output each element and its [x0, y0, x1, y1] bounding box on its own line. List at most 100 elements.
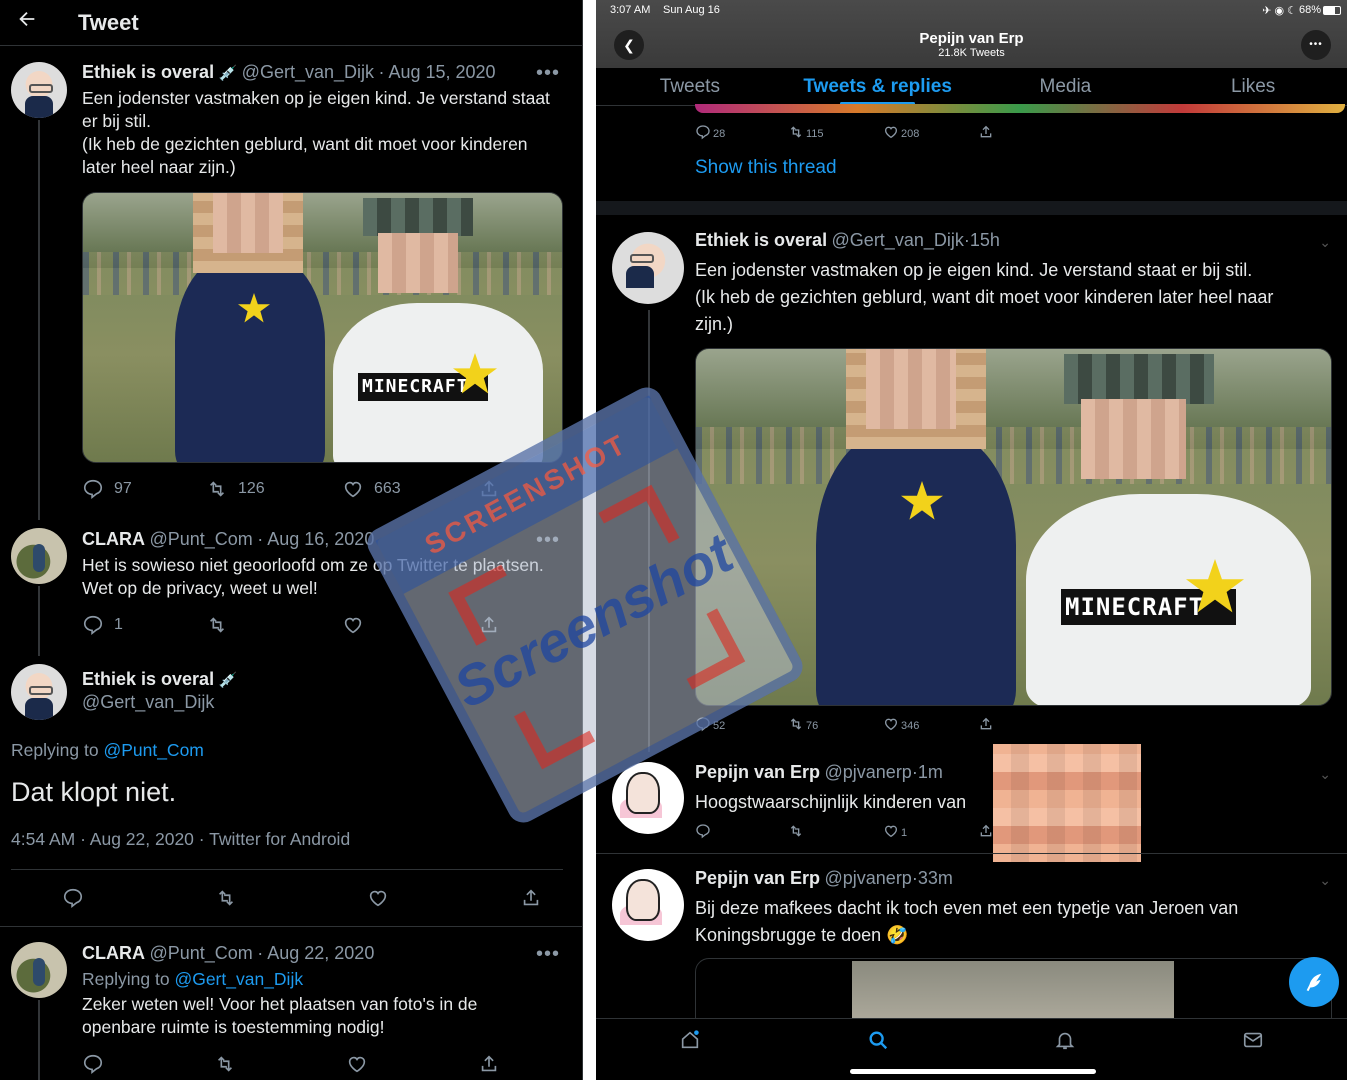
author-handle[interactable]: @Punt_Com	[149, 529, 252, 549]
share-button[interactable]	[978, 823, 994, 839]
retweet-icon	[217, 1056, 233, 1072]
more-options-icon[interactable]: •••	[1301, 30, 1331, 60]
chevron-down-icon[interactable]: ⌄	[1319, 234, 1331, 251]
author-handle[interactable]: @Punt_Com	[149, 943, 252, 963]
main-tweet-text: Dat klopt niet.	[11, 777, 177, 807]
author-name[interactable]: Pepijn van Erp	[695, 762, 820, 782]
tweet-text-line: zijn.)	[695, 314, 734, 334]
tab-likes[interactable]: Likes	[1159, 68, 1347, 105]
avatar[interactable]	[11, 942, 67, 998]
retweet-icon[interactable]	[215, 887, 237, 909]
show-thread-link[interactable]: Show this thread	[695, 157, 837, 179]
retweet-button[interactable]	[788, 823, 883, 839]
replying-to-link[interactable]: @Punt_Com	[103, 740, 203, 760]
like-button[interactable]: 1	[883, 823, 978, 839]
avatar[interactable]	[612, 232, 684, 304]
share-icon	[481, 616, 497, 633]
reply-icon[interactable]	[62, 887, 84, 909]
author-handle[interactable]: @pjvanerp	[825, 762, 912, 782]
tweet-actions: 1	[82, 614, 502, 636]
tweet-photo[interactable]: MINECRAFT	[695, 348, 1332, 706]
profile-tweet-count: 21.8K Tweets	[938, 47, 1005, 59]
replying-to-label: Replying to	[11, 740, 99, 760]
heart-icon	[344, 617, 362, 634]
share-button[interactable]	[478, 1053, 500, 1075]
author-handle[interactable]: @Gert_van_Dijk	[832, 230, 964, 250]
previous-tweet-image[interactable]	[695, 104, 1345, 113]
retweet-button[interactable]: 115	[788, 124, 883, 140]
author-name[interactable]: Ethiek is overal	[695, 230, 827, 250]
share-button[interactable]	[978, 124, 994, 140]
reply-button[interactable]: 97	[82, 478, 206, 500]
thread-line	[648, 310, 650, 752]
author-name[interactable]: Ethiek is overal	[82, 669, 214, 689]
retweet-icon	[790, 825, 802, 837]
tweet-text: Een jodenster vastmaken op je eigen kind…	[82, 87, 562, 179]
author-handle[interactable]: @Gert_van_Dijk	[242, 62, 374, 82]
compose-tweet-button[interactable]	[1289, 957, 1339, 1007]
reply-button[interactable]: 28	[695, 124, 788, 140]
author-handle[interactable]: @pjvanerp	[825, 868, 912, 888]
chevron-down-icon[interactable]: ⌄	[1319, 766, 1331, 783]
avatar[interactable]	[11, 664, 67, 720]
tweet-text: Zeker weten wel! Voor het plaatsen van f…	[82, 993, 562, 1039]
avatar[interactable]	[11, 528, 67, 584]
tab-tweets[interactable]: Tweets	[596, 68, 784, 105]
arrow-left-icon[interactable]	[0, 8, 54, 37]
tweet-text-line: Een jodenster vastmaken op je eigen kind…	[695, 260, 1253, 280]
more-options-icon[interactable]: •••	[536, 62, 560, 85]
replying-to: Replying to @Punt_Com	[11, 740, 204, 761]
author-name[interactable]: CLARA	[82, 943, 145, 963]
like-button[interactable]	[346, 1053, 478, 1075]
author-name[interactable]: Pepijn van Erp	[695, 868, 820, 888]
heart-icon	[348, 1056, 366, 1073]
profile-tabs: Tweets Tweets & replies Media Likes	[596, 68, 1347, 106]
nav-home[interactable]	[596, 1019, 784, 1080]
reply-button[interactable]	[82, 1053, 214, 1075]
author-handle[interactable]: @Gert_van_Dijk	[82, 692, 237, 713]
reply-button[interactable]: 1	[82, 614, 206, 636]
tweet-photo[interactable]: MINECRAFT	[82, 192, 563, 463]
tab-tweets-replies[interactable]: Tweets & replies	[784, 68, 972, 105]
retweet-button[interactable]: 76	[788, 716, 883, 732]
chevron-down-icon[interactable]: ⌄	[1319, 872, 1331, 889]
share-button[interactable]	[478, 478, 500, 500]
reply-button[interactable]	[695, 823, 788, 839]
profile-header: 3:07 AM Sun Aug 16 ✈ ◉ ☾ 68% ❮ Pepijn va…	[596, 0, 1347, 68]
retweet-button[interactable]	[206, 614, 342, 636]
reply-count: 1	[114, 616, 123, 633]
like-button[interactable]: 663	[342, 478, 478, 500]
tweet-text-line: Bij deze mafkees dacht ik toch even met …	[695, 898, 1239, 918]
author-name[interactable]: CLARA	[82, 529, 145, 549]
avatar[interactable]	[11, 62, 67, 118]
thread-line	[38, 1000, 40, 1080]
like-button[interactable]	[342, 614, 478, 636]
avatar[interactable]	[612, 762, 684, 834]
more-options-icon[interactable]: •••	[536, 943, 560, 966]
tweet-text-line: Een jodenster vastmaken op je eigen kind…	[82, 88, 550, 108]
tweet-author-line: CLARA @Punt_Com · Aug 16, 2020	[82, 529, 374, 550]
previous-tweet-actions: 28 115 208	[695, 124, 1015, 140]
blurred-face	[866, 349, 956, 429]
like-button[interactable]: 346	[883, 716, 978, 732]
tab-media[interactable]: Media	[972, 68, 1160, 105]
avatar[interactable]	[612, 869, 684, 941]
share-button[interactable]	[478, 614, 500, 636]
divider	[11, 869, 563, 870]
nav-messages[interactable]	[1159, 1019, 1347, 1080]
like-button[interactable]: 208	[883, 124, 978, 140]
share-icon[interactable]	[520, 887, 542, 909]
mail-icon	[1244, 1032, 1263, 1048]
retweet-button[interactable]: 126	[206, 478, 342, 500]
tweet-header: Tweet	[0, 0, 582, 46]
reply-button[interactable]: 52	[695, 716, 788, 732]
author-name[interactable]: Ethiek is overal	[82, 62, 214, 82]
retweet-button[interactable]	[214, 1053, 346, 1075]
tweet-date: · Aug 22, 2020	[257, 943, 375, 963]
share-button[interactable]	[978, 716, 994, 732]
tweet-actions: 97 126 663	[82, 478, 502, 500]
replying-to-link[interactable]: @Gert_van_Dijk	[174, 969, 303, 989]
heart-icon[interactable]	[367, 887, 389, 909]
retweet-icon	[790, 718, 802, 730]
more-options-icon[interactable]: •••	[536, 529, 560, 552]
